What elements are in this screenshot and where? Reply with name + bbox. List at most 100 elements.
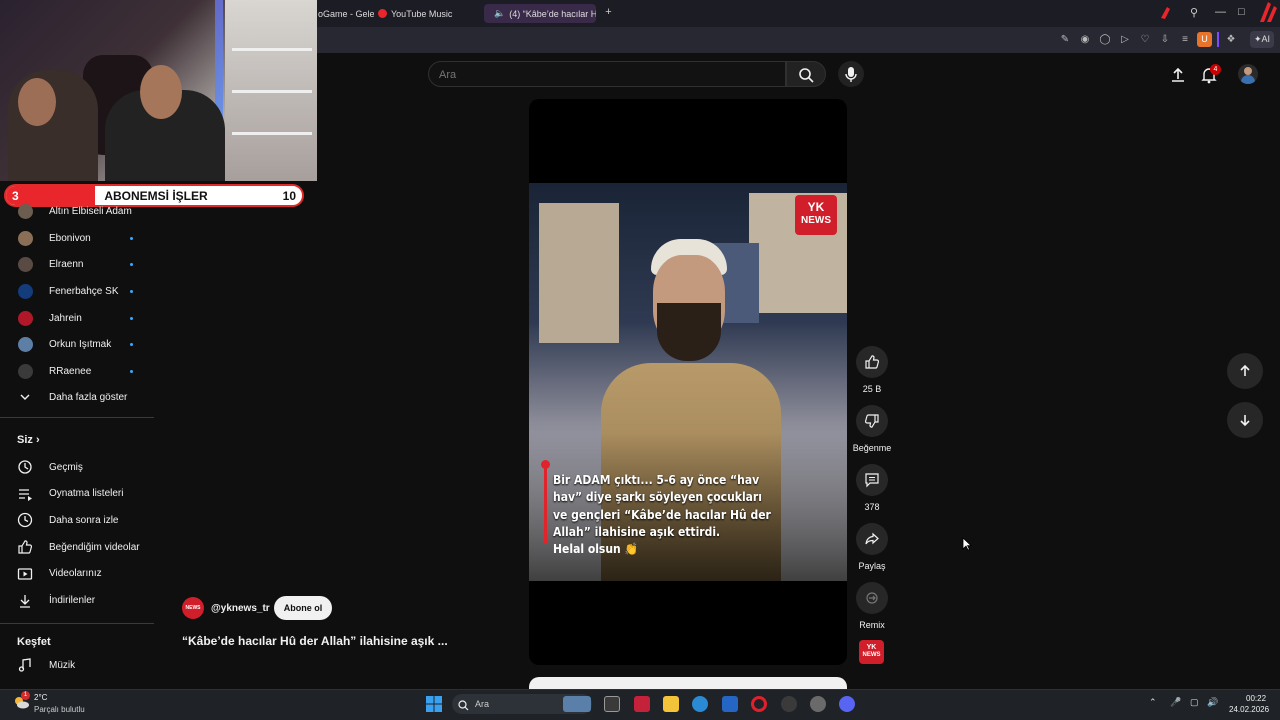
- share-button[interactable]: Paylaş: [855, 523, 889, 571]
- you-item[interactable]: Daha sonra izle: [0, 508, 156, 532]
- show-more-button[interactable]: Daha fazla göster: [0, 385, 156, 409]
- subscribe-button[interactable]: Abone ol: [274, 596, 332, 620]
- play-icon[interactable]: ▷: [1119, 34, 1131, 46]
- new-content-dot: [130, 343, 133, 347]
- subscription-label: Jahrein: [49, 312, 82, 324]
- you-item[interactable]: Videolarınız: [0, 562, 156, 586]
- toolbar-separator: [1217, 32, 1219, 47]
- subscription-label: Fenerbahçe SK: [49, 285, 119, 297]
- next-short-button[interactable]: [1227, 402, 1263, 438]
- stream-logo-icon: [1258, 0, 1278, 27]
- shorts-player[interactable]: YK NEWS Bir ADAM çıktı... 5-6 ay önce “h…: [529, 99, 847, 665]
- speaker-icon: 🔈: [494, 8, 506, 18]
- notifications-button[interactable]: 4: [1200, 64, 1221, 89]
- profile-extension-icon[interactable]: U: [1197, 32, 1212, 47]
- remix-icon: [866, 592, 878, 604]
- tray-mic-icon[interactable]: 🎤: [1170, 697, 1181, 708]
- camera-icon[interactable]: ◉: [1079, 34, 1091, 46]
- file-explorer-icon[interactable]: [663, 696, 679, 712]
- tab-current-short[interactable]: 🔈 (4) “Kâbe’de hacılar Hû: [484, 4, 596, 23]
- weather-description: Parçalı bulutlu: [34, 705, 85, 714]
- arrow-down-icon: [1240, 415, 1250, 427]
- search-input[interactable]: [439, 67, 769, 82]
- subscription-item[interactable]: RRaenee: [0, 360, 156, 384]
- subscription-label: Altın Elbiseli Adam: [49, 205, 132, 217]
- share-label: Paylaş: [858, 561, 886, 571]
- clock-date[interactable]: 24.02.2026: [1229, 705, 1269, 714]
- next-short-preview[interactable]: [529, 677, 847, 689]
- download-icon[interactable]: ⇩: [1159, 34, 1171, 46]
- tray-volume-icon[interactable]: 🔊: [1207, 697, 1218, 708]
- sidebar-divider: [0, 417, 154, 418]
- shield-icon[interactable]: ◯: [1099, 34, 1111, 46]
- maximize-icon[interactable]: □: [1238, 6, 1245, 18]
- windows-start-icon[interactable]: [426, 696, 442, 717]
- subscription-item[interactable]: Ebonivon: [0, 226, 156, 250]
- you-item[interactable]: İndirilenler: [0, 589, 156, 613]
- app-dark-icon[interactable]: [781, 696, 797, 712]
- tray-display-icon[interactable]: ▢: [1190, 697, 1199, 708]
- dislike-button[interactable]: Beğenme: [853, 405, 891, 453]
- tray-chevron-icon[interactable]: ⌃: [1149, 697, 1157, 708]
- like-button[interactable]: 25 B: [855, 346, 889, 394]
- search-tabs-icon[interactable]: ⚲: [1190, 6, 1198, 19]
- previous-short-button[interactable]: [1227, 353, 1263, 389]
- search-button[interactable]: [786, 61, 826, 87]
- tab-ogame[interactable]: oGame - Gele: [312, 4, 374, 23]
- account-avatar[interactable]: [1238, 64, 1258, 84]
- subscription-item[interactable]: Jahrein: [0, 306, 156, 330]
- clock-time[interactable]: 00:22: [1246, 694, 1266, 703]
- tab-youtube-music[interactable]: YouTube Music: [372, 4, 472, 23]
- microphone-icon: [845, 67, 857, 82]
- video-caption-footer: Helal olsun 👏: [553, 542, 638, 556]
- voice-search-button[interactable]: [838, 61, 864, 87]
- edge-icon[interactable]: [692, 696, 708, 712]
- video-caption: Bir ADAM çıktı... 5-6 ay önce “hav hav” …: [553, 473, 771, 540]
- playlist-icon: [17, 486, 33, 502]
- you-section-header[interactable]: Siz ›: [17, 434, 40, 446]
- task-view-icon[interactable]: [604, 696, 620, 712]
- new-tab-button[interactable]: +: [602, 6, 615, 19]
- comment-count: 378: [864, 502, 880, 512]
- new-content-dot: [130, 316, 133, 320]
- new-content-dot: [130, 236, 133, 240]
- you-item[interactable]: Geçmiş: [0, 455, 156, 479]
- subscription-item[interactable]: Elraenn: [0, 253, 156, 277]
- comments-button[interactable]: 378: [855, 464, 889, 512]
- create-button[interactable]: [1169, 66, 1187, 89]
- channel-avatar[interactable]: NEWS: [182, 597, 204, 619]
- settings-icon[interactable]: [810, 696, 826, 712]
- channel-logo-small[interactable]: YK NEWS: [859, 640, 884, 664]
- you-item[interactable]: Oynatma listeleri: [0, 482, 156, 506]
- edit-icon[interactable]: ✎: [1059, 34, 1071, 46]
- channel-name[interactable]: @yknews_tr: [211, 603, 270, 614]
- heart-icon[interactable]: ♡: [1139, 34, 1151, 46]
- thumbs-down-icon: [864, 414, 879, 428]
- thumbs-up-icon: [865, 355, 880, 369]
- weather-icon[interactable]: 1: [12, 691, 30, 710]
- channel-avatar-icon: [17, 230, 33, 246]
- goal-target: 10: [282, 189, 296, 203]
- taskbar-search-icon: [458, 698, 469, 716]
- remix-button[interactable]: Remix: [855, 582, 889, 630]
- store-icon[interactable]: [722, 696, 738, 712]
- minimize-icon[interactable]: —: [1215, 6, 1226, 18]
- opera-icon[interactable]: [751, 696, 767, 712]
- remix-label: Remix: [859, 620, 885, 630]
- download-icon: [17, 593, 33, 609]
- menu-icon[interactable]: ≡: [1179, 34, 1191, 46]
- video-title[interactable]: “Kâbe’de hacılar Hû der Allah” ilahisine…: [182, 634, 448, 648]
- subscription-label: Elraenn: [49, 259, 84, 271]
- subscription-item[interactable]: Altın Elbiseli Adam: [0, 199, 156, 223]
- youtube-music-icon: [378, 9, 387, 18]
- subscription-item[interactable]: Orkun Işıtmak: [0, 333, 156, 357]
- ai-button[interactable]: ✦AI: [1250, 31, 1275, 48]
- explore-item[interactable]: Müzik: [0, 653, 156, 677]
- discord-icon[interactable]: [839, 696, 855, 712]
- extensions-icon[interactable]: ❖: [1225, 34, 1237, 46]
- channel-avatar-icon: [17, 283, 33, 299]
- you-item[interactable]: Beğendiğim videolar: [0, 535, 156, 559]
- app-red-icon[interactable]: [634, 696, 650, 712]
- opera-logo-icon: [1158, 4, 1176, 25]
- subscription-item[interactable]: Fenerbahçe SK: [0, 279, 156, 303]
